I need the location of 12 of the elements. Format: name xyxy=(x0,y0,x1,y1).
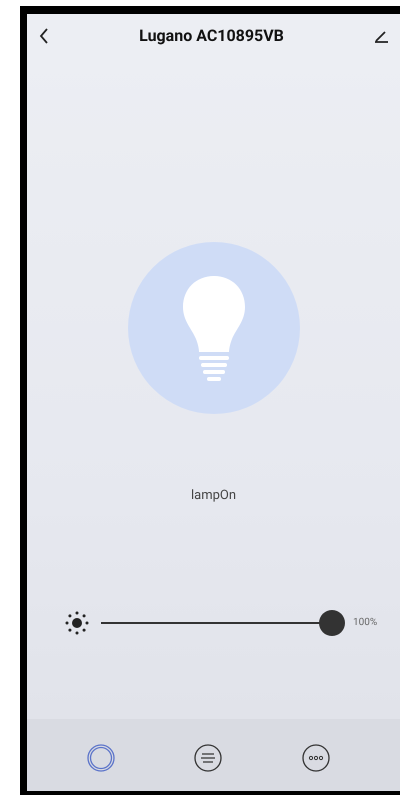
brightness-reading: 100% xyxy=(353,616,378,630)
lamp-status: lampOn xyxy=(190,487,236,505)
more-icon[interactable] xyxy=(302,744,330,772)
back-icon[interactable] xyxy=(39,28,49,44)
light-bulb-icon xyxy=(180,274,246,382)
slider-thumb[interactable] xyxy=(319,610,345,636)
double-ring-icon[interactable] xyxy=(86,744,115,772)
sun-icon xyxy=(65,610,89,634)
pencil-icon[interactable] xyxy=(374,29,388,43)
device-title: Lugano AC10895VB xyxy=(139,25,284,47)
menu-icon[interactable] xyxy=(194,744,222,772)
brightness-slider[interactable] xyxy=(101,610,345,636)
